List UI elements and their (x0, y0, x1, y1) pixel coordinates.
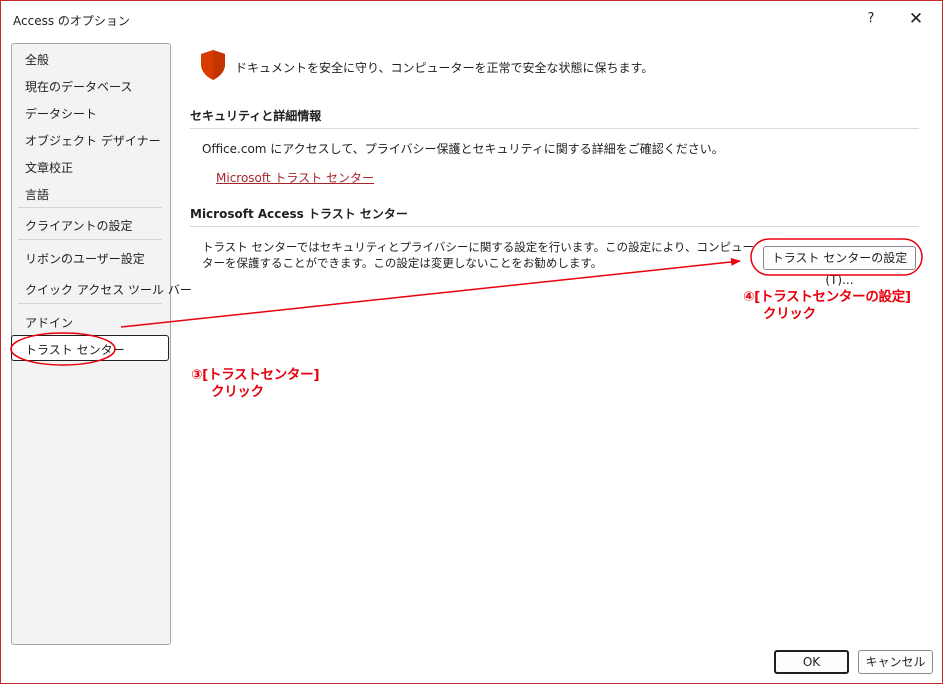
sidebar-item-client-settings[interactable]: クライアントの設定 (25, 217, 133, 234)
sidebar-divider (18, 207, 162, 208)
annotation-step3-line2: クリック (211, 384, 264, 400)
sidebar-divider (18, 303, 162, 304)
annotation-step4: ④[トラストセンターの設定] クリック (743, 289, 911, 323)
section-divider (190, 226, 919, 227)
annotation-step3: ③[トラストセンター] クリック (191, 367, 320, 401)
options-dialog: Access のオプション ? ✕ 全般 現在のデータベース データシート オブ… (0, 0, 943, 684)
sidebar-item-customize-ribbon[interactable]: リボンのユーザー設定 (25, 250, 145, 267)
sidebar-item-datasheet[interactable]: データシート (25, 105, 97, 122)
annotation-step3-line1: ③[トラストセンター] (191, 367, 320, 383)
cancel-button[interactable]: キャンセル (858, 650, 933, 674)
close-icon[interactable]: ✕ (903, 7, 929, 31)
trust-center-section-title: Microsoft Access トラスト センター (190, 207, 408, 221)
microsoft-trust-center-link[interactable]: Microsoft トラスト センター (216, 169, 374, 186)
sidebar-item-proofing[interactable]: 文章校正 (25, 159, 73, 176)
title-bar: Access のオプション ? ✕ (1, 1, 942, 35)
sidebar-item-trust-center[interactable]: トラスト センター (11, 335, 169, 361)
intro-text: ドキュメントを安全に守り、コンピューターを正常で安全な状態に保ちます。 (235, 61, 654, 75)
security-section-title: セキュリティと詳細情報 (190, 109, 322, 123)
sidebar-item-quick-access-toolbar[interactable]: クイック アクセス ツール バー (25, 281, 192, 298)
options-sidebar: 全般 現在のデータベース データシート オブジェクト デザイナー 文章校正 言語… (11, 43, 192, 645)
sidebar-item-general[interactable]: 全般 (25, 51, 49, 68)
sidebar-divider (18, 239, 162, 240)
shield-icon (201, 50, 225, 80)
annotation-step4-line2: クリック (763, 306, 816, 322)
trust-center-description: トラスト センターではセキュリティとプライバシーに関する設定を行います。この設定… (202, 240, 754, 270)
sidebar-item-current-database[interactable]: 現在のデータベース (25, 78, 132, 95)
trust-center-settings-button[interactable]: トラスト センターの設定(T)... (763, 246, 916, 287)
sidebar-item-label: トラスト センター (25, 343, 125, 357)
ok-button[interactable]: OK (774, 650, 849, 674)
sidebar-item-language[interactable]: 言語 (25, 186, 49, 203)
help-icon[interactable]: ? (859, 7, 883, 31)
sidebar-item-addins[interactable]: アドイン (25, 314, 73, 331)
section-divider (190, 128, 919, 129)
window-title: Access のオプション (13, 14, 130, 28)
annotation-step4-line1: ④[トラストセンターの設定] (743, 289, 911, 305)
office-com-text: Office.com にアクセスして、プライバシー保護とセキュリティに関する詳細… (202, 142, 724, 156)
sidebar-item-object-designers[interactable]: オブジェクト デザイナー (25, 132, 161, 149)
